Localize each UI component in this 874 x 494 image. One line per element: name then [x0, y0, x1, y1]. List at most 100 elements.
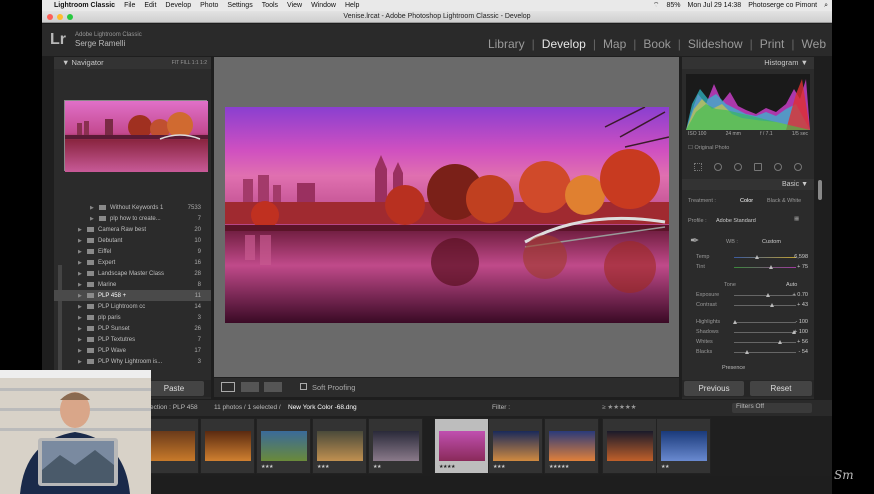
disclosure-triangle-icon[interactable]: ▶: [78, 227, 84, 233]
auto-tone-button[interactable]: Auto: [786, 282, 797, 288]
disclosure-triangle-icon[interactable]: ▶: [78, 271, 84, 277]
basic-header[interactable]: Basic ▼: [682, 179, 814, 190]
right-panel-scrollbar[interactable]: [818, 180, 822, 200]
eyedropper-icon[interactable]: ✒: [690, 234, 699, 247]
slider-value[interactable]: - 54: [778, 349, 808, 355]
previous-button[interactable]: Previous: [684, 381, 744, 396]
disclosure-triangle-icon[interactable]: ▶: [78, 238, 84, 244]
filmstrip-thumbnail[interactable]: [144, 418, 199, 474]
collection-row[interactable]: ▶ Without Keywords 1 7533: [54, 202, 211, 213]
menu-window[interactable]: Window: [311, 2, 336, 9]
module-book[interactable]: Book: [643, 37, 670, 51]
image-view[interactable]: [214, 57, 679, 377]
slider-knob[interactable]: [755, 255, 760, 259]
slider-value[interactable]: 6,598: [778, 254, 808, 260]
grid-tool-icon[interactable]: [694, 163, 702, 171]
soft-proofing-checkbox[interactable]: [300, 383, 307, 390]
collection-row[interactable]: ▶ PLP Lightroom cc 14: [54, 301, 211, 312]
module-slideshow[interactable]: Slideshow: [688, 37, 743, 51]
wb-value[interactable]: Custom: [762, 239, 781, 245]
minimize-window-button[interactable]: [57, 14, 63, 20]
close-window-button[interactable]: [47, 14, 53, 20]
crop-tool-icon[interactable]: [714, 163, 722, 171]
collection-row[interactable]: ▶ Marine 8: [54, 279, 211, 290]
treatment-color[interactable]: Color: [740, 198, 753, 204]
slider-value[interactable]: - 100: [778, 319, 808, 325]
disclosure-triangle-icon[interactable]: ▶: [90, 216, 96, 222]
disclosure-triangle-icon[interactable]: ▶: [78, 282, 84, 288]
slider-knob[interactable]: [733, 320, 738, 324]
original-photo-checkbox[interactable]: ☐ Original Photo: [688, 145, 729, 151]
collection-row[interactable]: ▶ PLP Textutres 7: [54, 334, 211, 345]
selected-filename[interactable]: New York Color -68.dng: [288, 404, 357, 411]
collection-row[interactable]: ▶ plp paris 3: [54, 312, 211, 323]
slider-value[interactable]: + 100: [778, 329, 808, 335]
brush-tool-icon[interactable]: [794, 163, 802, 171]
module-library[interactable]: Library: [488, 37, 525, 51]
zoom-window-button[interactable]: [67, 14, 73, 20]
collection-row[interactable]: ▶ plp how to create... 7: [54, 213, 211, 224]
wifi-icon[interactable]: ⌔: [653, 1, 660, 10]
collection-row[interactable]: ▶ Camera Raw best 20: [54, 224, 211, 235]
module-print[interactable]: Print: [760, 37, 785, 51]
reset-button[interactable]: Reset: [750, 381, 812, 396]
filmstrip-thumbnail[interactable]: [602, 418, 657, 474]
filmstrip-thumbnail[interactable]: ★★: [368, 418, 423, 474]
slider-value[interactable]: + 0.70: [778, 292, 808, 298]
battery-percent[interactable]: 85%: [666, 2, 680, 9]
menu-settings[interactable]: Settings: [227, 2, 252, 9]
collection-row[interactable]: ▶ Eiffel 9: [54, 246, 211, 257]
collection-source[interactable]: ection : PLP 458: [150, 404, 198, 411]
disclosure-triangle-icon[interactable]: ▶: [78, 304, 84, 310]
menu-view[interactable]: View: [287, 2, 302, 9]
filmstrip-thumbnail[interactable]: ★★: [656, 418, 711, 474]
histogram-header[interactable]: Histogram ▼: [682, 57, 814, 69]
slider-knob[interactable]: [765, 293, 770, 297]
graduated-filter-icon[interactable]: [774, 163, 782, 171]
develop-photo[interactable]: [225, 107, 669, 323]
collection-row[interactable]: ▶ PLP Sunset 26: [54, 323, 211, 334]
filmstrip-thumbnail[interactable]: ★★★★: [434, 418, 489, 474]
menu-develop[interactable]: Develop: [165, 2, 191, 9]
module-web[interactable]: Web: [802, 37, 826, 51]
before-after-split-icon[interactable]: [264, 382, 282, 392]
menu-file[interactable]: File: [124, 2, 135, 9]
disclosure-triangle-icon[interactable]: ▶: [78, 260, 84, 266]
slider-value[interactable]: + 43: [778, 302, 808, 308]
menu-tools[interactable]: Tools: [262, 2, 278, 9]
disclosure-triangle-icon[interactable]: ▶: [78, 315, 84, 321]
before-after-icon[interactable]: [241, 382, 259, 392]
menu-help[interactable]: Help: [345, 2, 359, 9]
filmstrip-thumbnail[interactable]: [200, 418, 255, 474]
slider-value[interactable]: + 56: [778, 339, 808, 345]
filter-preset-select[interactable]: Filters Off: [732, 403, 812, 413]
treatment-bw[interactable]: Black & White: [767, 198, 801, 204]
collection-row[interactable]: ▶ Expert 16: [54, 257, 211, 268]
disclosure-triangle-icon[interactable]: ▶: [90, 205, 96, 211]
disclosure-triangle-icon[interactable]: ▶: [78, 359, 84, 365]
menu-photo[interactable]: Photo: [200, 2, 218, 9]
menubar-clock[interactable]: Mon Jul 29 14:38: [688, 2, 742, 9]
filmstrip-thumbnail[interactable]: ★★★★★: [544, 418, 599, 474]
navigator-zoom-options[interactable]: FIT FILL 1:1 1:2: [172, 57, 207, 69]
module-map[interactable]: Map: [603, 37, 626, 51]
histogram-graph[interactable]: [686, 74, 810, 130]
disclosure-triangle-icon[interactable]: ▶: [78, 326, 84, 332]
navigator-header[interactable]: ▼ Navigator FIT FILL 1:1 1:2: [54, 57, 211, 69]
collection-row[interactable]: ▶ Debutant 10: [54, 235, 211, 246]
module-develop[interactable]: Develop: [542, 37, 586, 51]
search-icon[interactable]: ⌕: [824, 2, 828, 10]
filmstrip-thumbnail[interactable]: ★★★: [256, 418, 311, 474]
rating-filter-stars[interactable]: ≥ ★★★★★: [602, 403, 637, 411]
collection-row[interactable]: ▶ Landscape Master Class 28: [54, 268, 211, 279]
disclosure-triangle-icon[interactable]: ▶: [78, 249, 84, 255]
disclosure-triangle-icon[interactable]: ▶: [78, 293, 84, 299]
filmstrip-thumbnail[interactable]: ★★★: [312, 418, 367, 474]
menubar-user[interactable]: Photoserge co Pimont: [748, 2, 817, 9]
paste-button[interactable]: Paste: [144, 381, 204, 396]
collection-row[interactable]: ▶ PLP Wave 17: [54, 345, 211, 356]
disclosure-triangle-icon[interactable]: ▶: [78, 348, 84, 354]
menu-app-name[interactable]: Lightroom Classic: [54, 2, 115, 9]
filmstrip-thumbnail[interactable]: ★★★: [488, 418, 543, 474]
disclosure-triangle-icon[interactable]: ▶: [78, 337, 84, 343]
